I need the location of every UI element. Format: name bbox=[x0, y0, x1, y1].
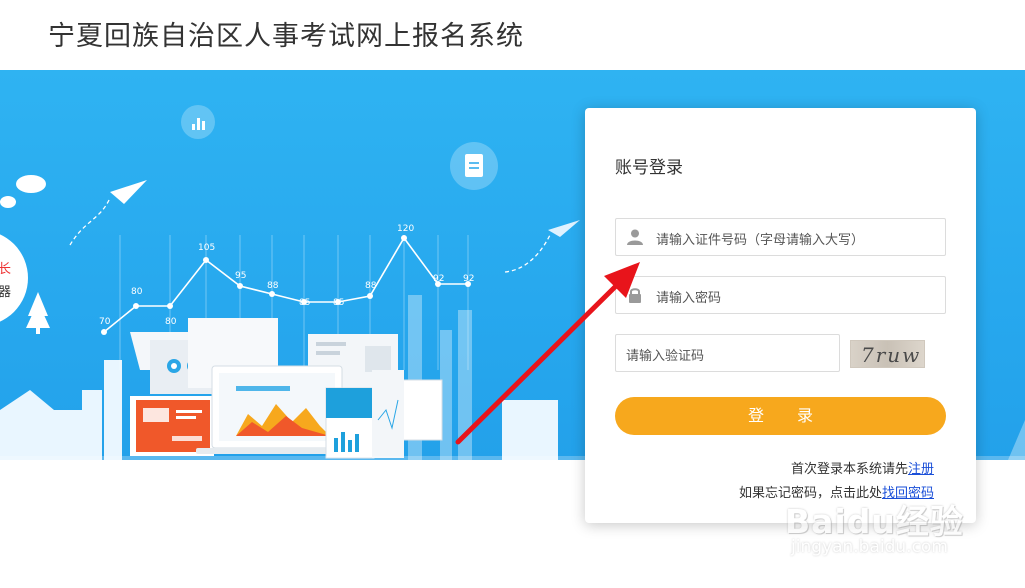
id-number-placeholder: 请输入证件号码（字母请输入大写） bbox=[656, 233, 865, 248]
password-placeholder: 请输入密码 bbox=[656, 291, 722, 306]
captcha-input[interactable]: 请输入验证码 bbox=[615, 334, 840, 372]
first-login-hint: 首次登录本系统请先注册 bbox=[791, 458, 934, 477]
chart-label: 70 bbox=[99, 317, 111, 327]
baidu-watermark: Baidu经验 jingyan.baidu.com bbox=[785, 495, 985, 575]
chart-label: 85 bbox=[333, 298, 344, 308]
watermark-logo: Baidu经验 bbox=[785, 502, 964, 541]
captcha-placeholder: 请输入验证码 bbox=[626, 349, 705, 364]
chart-label: 92 bbox=[463, 274, 474, 284]
paper-plane-icon bbox=[110, 180, 147, 204]
chart-label: 80 bbox=[165, 317, 177, 327]
captcha-image[interactable]: 7ruw bbox=[850, 340, 925, 368]
id-number-input[interactable]: 请输入证件号码（字母请输入大写） bbox=[615, 218, 946, 256]
first-login-text: 首次登录本系统请先 bbox=[790, 462, 908, 477]
page: 宁夏回族自治区人事考试网上报名系统 长 器 70 80 80 105 95 88… bbox=[0, 0, 1025, 588]
register-link[interactable]: 注册 bbox=[908, 462, 934, 477]
user-icon bbox=[627, 229, 643, 245]
chart-label: 88 bbox=[267, 281, 279, 291]
login-button[interactable]: 登 录 bbox=[615, 397, 946, 435]
chart-label: 80 bbox=[131, 287, 143, 297]
banner-partial-text-1: 长 bbox=[0, 262, 11, 277]
chart-label: 120 bbox=[397, 224, 414, 234]
chart-label: 105 bbox=[198, 243, 215, 253]
chart-label: 85 bbox=[299, 298, 310, 308]
watermark-url: jingyan.baidu.com bbox=[791, 537, 948, 557]
paper-plane-icon bbox=[548, 220, 580, 237]
report-label: FINANCIAL REPORT bbox=[330, 426, 379, 432]
password-input[interactable]: 请输入密码 bbox=[615, 276, 946, 314]
chart-label: 95 bbox=[235, 271, 246, 281]
lock-icon bbox=[629, 288, 641, 303]
login-title: 账号登录 bbox=[615, 158, 683, 178]
chart-label: 92 bbox=[433, 274, 444, 284]
site-title: 宁夏回族自治区人事考试网上报名系统 bbox=[48, 21, 524, 52]
captcha-text: 7ruw bbox=[861, 343, 922, 367]
banner-partial-text-2: 器 bbox=[0, 285, 11, 300]
chart-label: 88 bbox=[365, 281, 377, 291]
login-card: 账号登录 请输入证件号码（字母请输入大写） 请输入密码 请输入验证码 7ruw … bbox=[585, 108, 976, 523]
